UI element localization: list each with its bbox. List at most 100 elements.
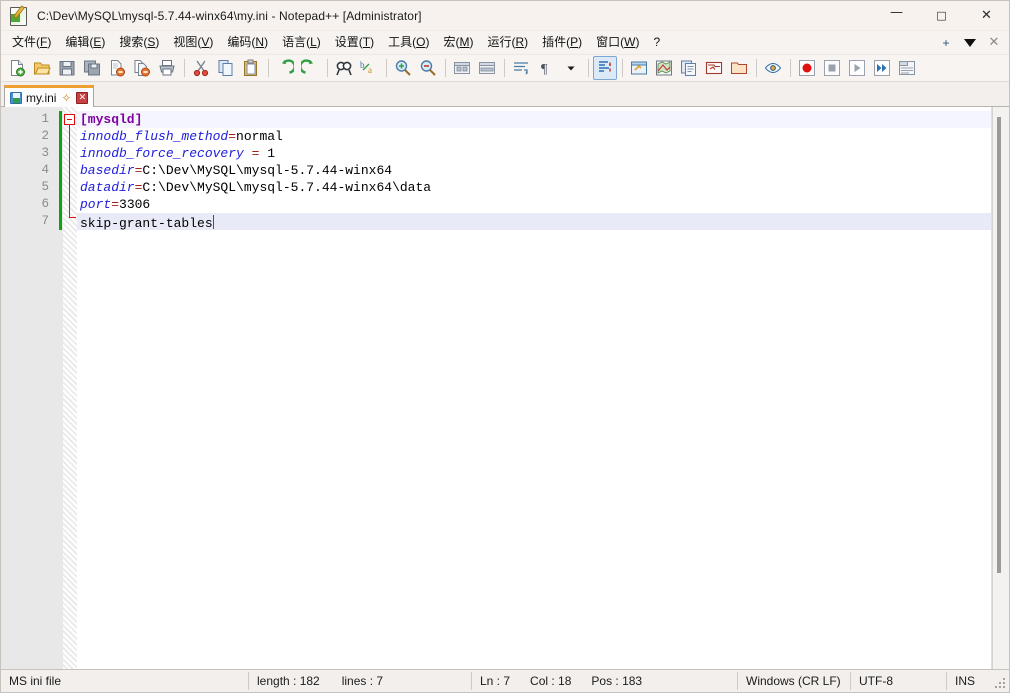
close-icon: ✕ — [988, 35, 1000, 50]
print-button[interactable] — [155, 56, 179, 80]
code-line[interactable]: basedir=C:\Dev\MySQL\mysql-5.7.44-winx64 — [77, 162, 1009, 179]
close-document-button[interactable]: ✕ — [983, 32, 1005, 53]
code-folding-margin[interactable] — [63, 107, 77, 669]
code-line[interactable]: skip-grant-tables — [77, 213, 1009, 231]
menu-settings[interactable]: 设置(T) — [328, 33, 381, 52]
menu-bar: 文件(F) 编辑(E) 搜索(S) 视图(V) 编码(N) 语言(L) 设置(T) 工具(O)… — [1, 31, 1009, 55]
close-file-button[interactable] — [105, 56, 129, 80]
ini-equals: = — [111, 197, 120, 212]
code-line[interactable]: innodb_flush_method=normal — [77, 128, 1009, 145]
tab-list-dropdown-button[interactable] — [959, 32, 981, 53]
cut-button[interactable] — [189, 56, 213, 80]
menu-file[interactable]: 文件(F) — [5, 33, 58, 52]
toolbar-separator — [790, 59, 791, 77]
menu-language[interactable]: 语言(L) — [275, 33, 328, 52]
open-file-button[interactable] — [30, 56, 54, 80]
code-text-area[interactable]: [mysqld] innodb_flush_method=normal innodb… — [77, 107, 1009, 669]
toolbar-separator — [504, 59, 505, 77]
macro-stop-button[interactable] — [820, 56, 844, 80]
notepad-plus-plus-window: C:\Dev\MySQL\mysql-5.7.44-winx64\my.ini … — [0, 0, 1010, 693]
save-all-button[interactable] — [80, 56, 104, 80]
show-paragraph-marks-button[interactable]: ¶ — [534, 56, 558, 80]
zoom-out-button[interactable] — [416, 56, 440, 80]
menu-run[interactable]: 运行(R) — [480, 33, 535, 52]
menu-search[interactable]: 搜索(S) — [112, 33, 166, 52]
code-line[interactable]: port=3306 — [77, 196, 1009, 213]
user-defined-dialog-button[interactable] — [627, 56, 651, 80]
code-line[interactable]: [mysqld] — [77, 111, 1009, 128]
close-button[interactable]: ✕ — [964, 1, 1009, 30]
menu-encoding[interactable]: 编码(N) — [220, 33, 275, 52]
monitoring-button[interactable] — [727, 56, 751, 80]
status-col: Col : 18 — [530, 674, 572, 688]
close-icon: ✕ — [981, 8, 992, 23]
menu-macro[interactable]: 宏(M) — [436, 33, 480, 52]
zoom-in-button[interactable] — [391, 56, 415, 80]
find-button[interactable] — [332, 56, 356, 80]
macro-record-button[interactable] — [795, 56, 819, 80]
macro-save-button[interactable] — [895, 56, 919, 80]
editor-area: 1234567 [mysqld] innodb_flush_method=norm… — [1, 107, 1009, 670]
copy-button[interactable] — [214, 56, 238, 80]
file-saved-icon — [10, 91, 22, 104]
fold-line — [69, 125, 70, 218]
window-controls: — □ ✕ — [874, 1, 1009, 30]
ini-value: C:\Dev\MySQL\mysql-5.7.44-winx64 — [142, 163, 393, 178]
vertical-scrollbar[interactable] — [992, 107, 1009, 669]
find-icon — [336, 61, 352, 76]
toolbar-separator — [386, 59, 387, 77]
menu-help[interactable]: ? — [646, 33, 667, 52]
save-button[interactable] — [55, 56, 79, 80]
sync-horizontal-scroll-button[interactable] — [475, 56, 499, 80]
vertical-scrollbar-thumb[interactable] — [997, 117, 1001, 573]
ini-value: normal — [236, 129, 283, 144]
menu-tools[interactable]: 工具(O) — [381, 33, 436, 52]
save-all-icon — [84, 60, 100, 76]
replace-button[interactable]: b a — [357, 56, 381, 80]
status-eol-format[interactable]: Windows (CR LF) — [738, 670, 850, 692]
line-number: 4 — [41, 163, 49, 177]
code-line[interactable]: innodb_force_recovery = 1 — [77, 145, 1009, 162]
sync-vertical-scroll-button[interactable] — [450, 56, 474, 80]
fold-collapse-icon[interactable] — [64, 114, 75, 125]
folder-workspace-icon — [705, 61, 723, 75]
add-tab-button[interactable]: + — [935, 32, 957, 53]
menu-item-label: 搜索(S) — [119, 35, 160, 49]
status-bar: MS ini file length : 182 lines : 7 Ln : … — [1, 670, 1009, 692]
toolbar-separator — [327, 59, 328, 77]
status-encoding[interactable]: UTF-8 — [851, 670, 946, 692]
word-wrap-button[interactable] — [509, 56, 533, 80]
redo-button[interactable] — [298, 56, 322, 80]
new-file-button[interactable] — [5, 56, 29, 80]
menu-plugins[interactable]: 插件(P) — [535, 33, 589, 52]
menu-view[interactable]: 视图(V) — [166, 33, 220, 52]
close-tab-icon[interactable]: ✕ — [76, 91, 89, 104]
paste-button[interactable] — [239, 56, 263, 80]
print-icon — [159, 60, 175, 76]
code-line[interactable]: datadir=C:\Dev\MySQL\mysql-5.7.44-winx64… — [77, 179, 1009, 196]
folder-as-workspace-button[interactable] — [702, 56, 726, 80]
document-map-button[interactable] — [652, 56, 676, 80]
minimize-button[interactable]: — — [874, 1, 919, 30]
resize-grip[interactable] — [995, 678, 1006, 689]
menu-window[interactable]: 窗口(W) — [589, 33, 646, 52]
tab-my-ini[interactable]: my.ini ✧ ✕ — [4, 85, 95, 107]
close-all-button[interactable] — [130, 56, 154, 80]
ini-value: C:\Dev\MySQL\mysql-5.7.44-winx64\data — [142, 180, 432, 195]
function-list-button[interactable] — [677, 56, 701, 80]
pin-tab-icon[interactable]: ✧ — [60, 92, 72, 104]
maximize-button[interactable]: □ — [919, 1, 964, 30]
menu-edit[interactable]: 编辑(E) — [58, 33, 112, 52]
menu-item-label: 编码(N) — [227, 35, 269, 49]
macro-play-button[interactable] — [845, 56, 869, 80]
word-wrap-icon — [514, 62, 528, 75]
ini-key: innodb_flush_method — [80, 129, 229, 144]
show-symbol-dropdown-button[interactable] — [559, 56, 583, 80]
title-bar: C:\Dev\MySQL\mysql-5.7.44-winx64\my.ini … — [1, 1, 1009, 31]
show-all-characters-button[interactable] — [593, 56, 617, 80]
monitoring-eye-button[interactable] — [761, 56, 785, 80]
ini-equals: = — [228, 129, 237, 144]
undo-button[interactable] — [273, 56, 297, 80]
macro-run-multiple-button[interactable] — [870, 56, 894, 80]
document-map-icon — [656, 60, 672, 76]
